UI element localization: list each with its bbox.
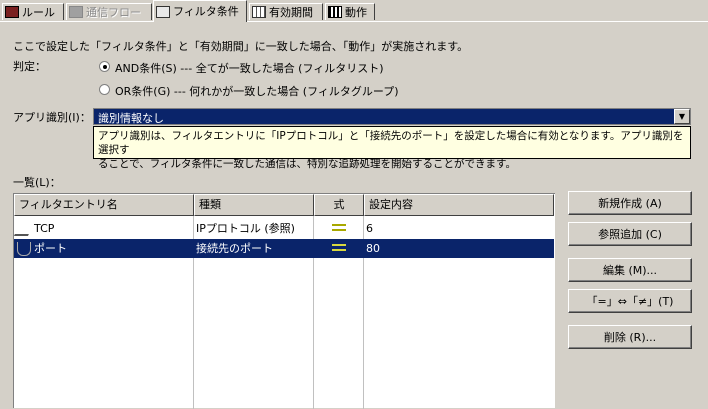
- tab-label: フィルタ条件: [173, 5, 239, 18]
- flow-icon: [69, 6, 83, 18]
- tab-action[interactable]: 動作: [325, 3, 375, 20]
- equals-icon: [332, 244, 346, 253]
- calendar-icon: [252, 6, 266, 18]
- chevron-down-icon[interactable]: ▼: [674, 109, 690, 124]
- rule-icon: [5, 6, 19, 18]
- app-id-tooltip: アプリ識別は、フィルタエントリに「IPプロトコル」と「接続先のポート」を設定した…: [93, 126, 691, 170]
- tab-label: ルール: [22, 5, 55, 19]
- app-id-label: アプリ識別(I)：: [13, 111, 91, 124]
- tab-label: 有効期間: [269, 5, 313, 19]
- app-id-select[interactable]: 識別情報なし ▼: [93, 108, 691, 125]
- toggle-operator-button[interactable]: 「=」⇔「≠」(T): [568, 289, 692, 313]
- cell-value: 80: [366, 242, 380, 255]
- tooltip-line: ることで、フィルタ条件に一致した通信は、特別な追跡処理を開始することができます。: [98, 158, 517, 170]
- tab-flow[interactable]: 通信フロー: [66, 3, 152, 20]
- delete-button[interactable]: 削除 (R)...: [568, 325, 692, 349]
- app-id-value: 識別情報なし: [98, 112, 164, 125]
- filter-entry-list[interactable]: フィルタエントリ名 種類 式 設定内容 TCP IPプロトコル (参照) 6 ポ…: [13, 193, 555, 409]
- description-text: ここで設定した「フィルタ条件」と「有効期間」に一致した場合、「動作」が実施されま…: [13, 40, 469, 53]
- action-icon: [328, 6, 342, 18]
- or-radio[interactable]: [99, 84, 110, 95]
- edit-button[interactable]: 編集 (M)...: [568, 258, 692, 282]
- column-header-value[interactable]: 設定内容: [364, 194, 554, 216]
- and-radio[interactable]: [99, 61, 110, 72]
- tooltip-line: アプリ識別は、フィルタエントリに「IPプロトコル」と「接続先のポート」を設定した…: [98, 130, 684, 156]
- and-option-label[interactable]: AND条件(S) --- 全てが一致した場合 (フィルタリスト): [115, 60, 384, 76]
- column-header-name[interactable]: フィルタエントリ名: [14, 194, 194, 216]
- anchor-icon: [17, 242, 31, 256]
- tab-bar: ルール 通信フロー フィルタ条件 有効期間 動作: [0, 0, 708, 22]
- table-row[interactable]: TCP IPプロトコル (参照) 6: [13, 219, 554, 238]
- table-row[interactable]: ポート 接続先のポート 80: [14, 239, 554, 258]
- tab-label: 動作: [345, 5, 367, 19]
- list-label: 一覧(L)：: [13, 176, 61, 189]
- ref-add-button[interactable]: 参照追加 (C): [568, 222, 692, 246]
- tab-period[interactable]: 有効期間: [249, 3, 323, 20]
- equals-icon: [332, 224, 346, 233]
- panel-border: [0, 21, 708, 22]
- cell-type: 接続先のポート: [196, 242, 273, 255]
- judge-label: 判定：: [13, 60, 46, 73]
- cell-type: IPプロトコル (参照): [196, 222, 295, 235]
- filter-icon: [156, 5, 170, 18]
- cell-name: TCP: [34, 222, 55, 235]
- column-header-op[interactable]: 式: [314, 194, 364, 216]
- cell-value: 6: [366, 222, 373, 235]
- tab-rule[interactable]: ルール: [2, 3, 64, 20]
- cell-name: ポート: [34, 242, 67, 255]
- column-header-type[interactable]: 種類: [194, 194, 314, 216]
- or-option-label[interactable]: OR条件(G) --- 何れかが一致した場合 (フィルタグループ): [115, 83, 399, 99]
- protocol-icon: [13, 223, 35, 236]
- tab-label: 通信フロー: [86, 5, 141, 19]
- new-button[interactable]: 新規作成 (A): [568, 191, 692, 215]
- tab-filter[interactable]: フィルタ条件: [153, 0, 247, 22]
